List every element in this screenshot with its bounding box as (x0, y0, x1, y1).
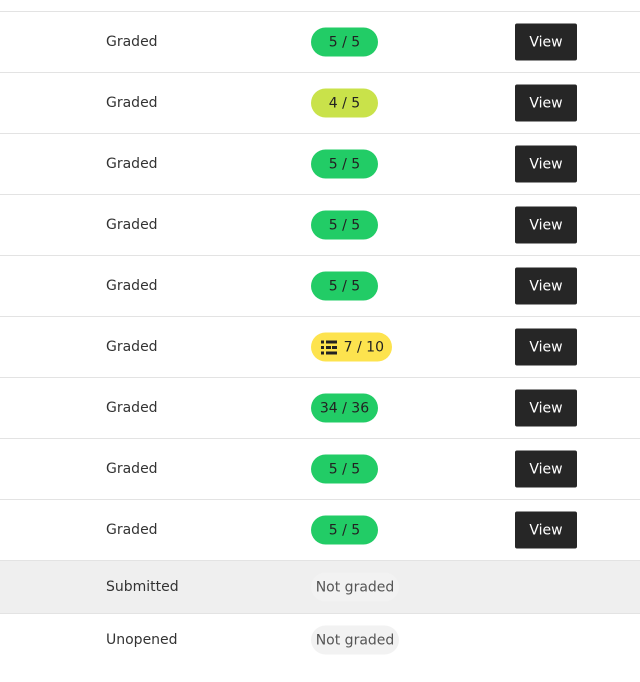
submissions-table: Graded 5 / 5 View Graded 4 / 5 View Grad… (0, 0, 640, 666)
score-badge: 5 / 5 (311, 515, 378, 545)
score-badge: 5 / 5 (311, 210, 378, 240)
table-row: Graded 7 / 10 View (0, 317, 640, 378)
row-status: Graded (106, 339, 158, 355)
score-badge: 7 / 10 (311, 332, 392, 362)
row-status: Unopened (106, 632, 178, 648)
view-button[interactable]: View (515, 84, 577, 122)
row-status: Graded (106, 34, 158, 50)
table-row: Graded 34 / 36 View (0, 378, 640, 439)
view-button[interactable]: View (515, 206, 577, 244)
row-status: Graded (106, 522, 158, 538)
table-row: Graded 5 / 5 View (0, 195, 640, 256)
score-text: 7 / 10 (343, 339, 384, 355)
score-badge: 5 / 5 (311, 454, 378, 484)
view-button[interactable]: View (515, 450, 577, 488)
view-button[interactable]: View (515, 267, 577, 305)
row-status: Submitted (106, 579, 179, 595)
table-top-border (0, 0, 640, 12)
row-status: Graded (106, 400, 158, 416)
score-badge: 5 / 5 (311, 149, 378, 179)
row-status: Graded (106, 95, 158, 111)
table-row: Graded 5 / 5 View (0, 12, 640, 73)
row-status: Graded (106, 461, 158, 477)
table-row: Graded 5 / 5 View (0, 256, 640, 317)
view-button[interactable]: View (515, 511, 577, 549)
score-badge: 34 / 36 (311, 393, 378, 423)
score-badge: 5 / 5 (311, 27, 378, 57)
table-row: Unopened Not graded (0, 614, 640, 666)
not-graded-badge: Not graded (311, 625, 399, 655)
view-button[interactable]: View (515, 328, 577, 366)
table-row: Graded 4 / 5 View (0, 73, 640, 134)
view-button[interactable]: View (515, 23, 577, 61)
table-row: Graded 5 / 5 View (0, 500, 640, 561)
table-row: Graded 5 / 5 View (0, 439, 640, 500)
not-graded-badge: Not graded (311, 572, 399, 602)
row-status: Graded (106, 278, 158, 294)
table-row: Submitted Not graded (0, 561, 640, 614)
view-button[interactable]: View (515, 145, 577, 183)
score-badge: 4 / 5 (311, 88, 378, 118)
rubric-icon (321, 340, 337, 354)
view-button[interactable]: View (515, 389, 577, 427)
score-badge: 5 / 5 (311, 271, 378, 301)
table-row: Graded 5 / 5 View (0, 134, 640, 195)
row-status: Graded (106, 156, 158, 172)
row-status: Graded (106, 217, 158, 233)
